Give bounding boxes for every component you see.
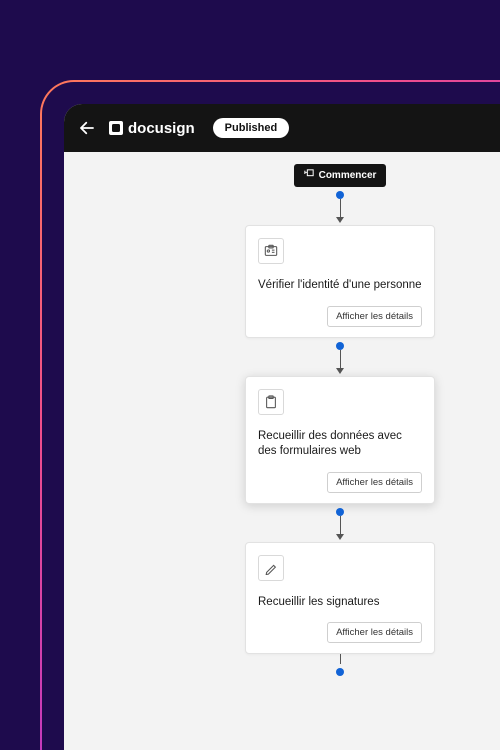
- workflow-canvas[interactable]: Commencer Vérifier l'identité d'une pers…: [64, 152, 500, 750]
- show-details-button[interactable]: Afficher les détails: [327, 622, 422, 643]
- node-dot: [336, 191, 344, 199]
- brand-logo: docusign: [108, 120, 195, 137]
- workflow-step-card[interactable]: Vérifier l'identité d'une personne Affic…: [245, 225, 435, 338]
- step-title: Recueillir les signatures: [258, 595, 422, 611]
- pen-icon: [258, 555, 284, 581]
- show-details-button[interactable]: Afficher les détails: [327, 306, 422, 327]
- start-label: Commencer: [319, 170, 377, 181]
- status-badge: Published: [213, 118, 290, 138]
- connector: [336, 654, 344, 676]
- show-details-button[interactable]: Afficher les détails: [327, 472, 422, 493]
- workflow-step-card[interactable]: Recueillir des données avec des formulai…: [245, 376, 435, 504]
- step-title: Recueillir des données avec des formulai…: [258, 429, 422, 460]
- step-title: Vérifier l'identité d'une personne: [258, 278, 422, 294]
- clipboard-icon: [258, 389, 284, 415]
- workflow-step-card[interactable]: Recueillir les signatures Afficher les d…: [245, 542, 435, 655]
- id-card-icon: [258, 238, 284, 264]
- start-icon: [304, 169, 314, 182]
- connector: [336, 338, 344, 376]
- app-window: docusign Published Commencer: [64, 104, 500, 750]
- docusign-mark-icon: [108, 120, 124, 136]
- brand-name: docusign: [128, 120, 195, 137]
- node-dot: [336, 508, 344, 516]
- connector: [336, 504, 344, 542]
- topbar: docusign Published: [64, 104, 500, 152]
- start-node[interactable]: Commencer: [294, 164, 387, 187]
- node-dot: [336, 668, 344, 676]
- device-frame: docusign Published Commencer: [40, 80, 500, 750]
- node-dot: [336, 342, 344, 350]
- device-frame-inner: docusign Published Commencer: [42, 82, 500, 750]
- connector: [336, 187, 344, 225]
- back-button[interactable]: [78, 119, 96, 137]
